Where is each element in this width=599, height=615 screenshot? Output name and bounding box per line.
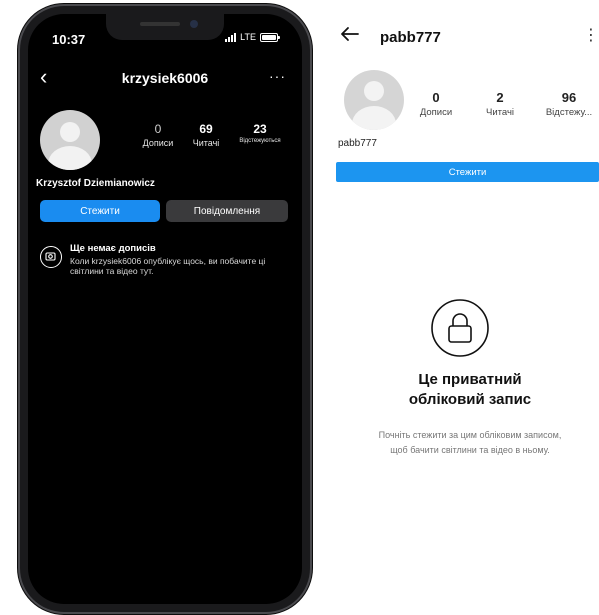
profile-name: pabb777	[338, 138, 377, 149]
avatar[interactable]	[344, 70, 404, 130]
status-time: 10:37	[52, 32, 86, 47]
profile-username: pabb777	[380, 29, 441, 46]
stat-posts-count: 0	[432, 90, 440, 105]
stat-following[interactable]: 23 Відстежуються	[232, 122, 288, 144]
front-camera	[190, 20, 198, 28]
stat-following-label: Відстежу...	[545, 107, 593, 118]
back-arrow-icon[interactable]	[340, 26, 360, 47]
stat-followers-count: 2	[496, 90, 504, 105]
stat-posts-label: Дописи	[142, 138, 174, 148]
stat-posts-count: 0	[154, 122, 162, 136]
phone-frame: 10:37 LTE ‹ krzysiek6006 ··· 0 Дописи 69…	[20, 6, 310, 612]
camera-icon	[40, 246, 62, 268]
private-account-text: Почніть стежити за цим обліковим записом…	[378, 430, 562, 455]
more-options-icon[interactable]: ···	[269, 68, 286, 84]
stat-followers[interactable]: 2 Читачі	[478, 90, 522, 118]
stat-followers-label: Читачі	[485, 107, 515, 118]
phone-notch	[106, 14, 224, 40]
stat-posts[interactable]: 0 Дописи	[136, 122, 180, 148]
status-indicators: LTE	[225, 32, 280, 42]
message-button[interactable]: Повідомлення	[166, 200, 288, 222]
private-title-line1: Це приватний	[418, 371, 522, 388]
stat-followers[interactable]: 69 Читачі	[184, 122, 228, 148]
stat-following-label: Відстежуються	[239, 138, 281, 144]
more-options-icon[interactable]: ⋮	[583, 28, 599, 44]
stat-following[interactable]: 96 Відстежу...	[540, 90, 598, 118]
stat-following-count: 96	[561, 90, 577, 105]
battery-icon	[260, 32, 280, 42]
lock-icon	[430, 298, 490, 363]
empty-posts-text: Коли krzysiek6006 опублікує щось, ви поб…	[70, 256, 266, 276]
empty-posts-title: Ще немає дописів	[70, 243, 156, 254]
dark-profile-screen: 10:37 LTE ‹ krzysiek6006 ··· 0 Дописи 69…	[28, 14, 302, 604]
stat-posts-label: Дописи	[419, 107, 453, 118]
network-type: LTE	[240, 32, 256, 42]
stat-followers-count: 69	[199, 122, 213, 136]
signal-icon	[225, 32, 237, 42]
avatar[interactable]	[40, 110, 100, 170]
profile-username: krzysiek6006	[121, 70, 209, 86]
stat-posts[interactable]: 0 Дописи	[414, 90, 458, 118]
stat-following-count: 23	[253, 122, 267, 136]
profile-full-name: Krzysztof Dziemianowicz	[36, 178, 155, 189]
follow-button[interactable]: Стежити	[40, 200, 160, 222]
follow-button[interactable]: Стежити	[336, 162, 599, 182]
speaker-grille	[140, 22, 180, 26]
private-title-line2: обліковий запис	[408, 391, 532, 408]
stat-followers-label: Читачі	[192, 138, 220, 148]
private-account-title: Це приватний обліковий запис	[360, 370, 580, 410]
